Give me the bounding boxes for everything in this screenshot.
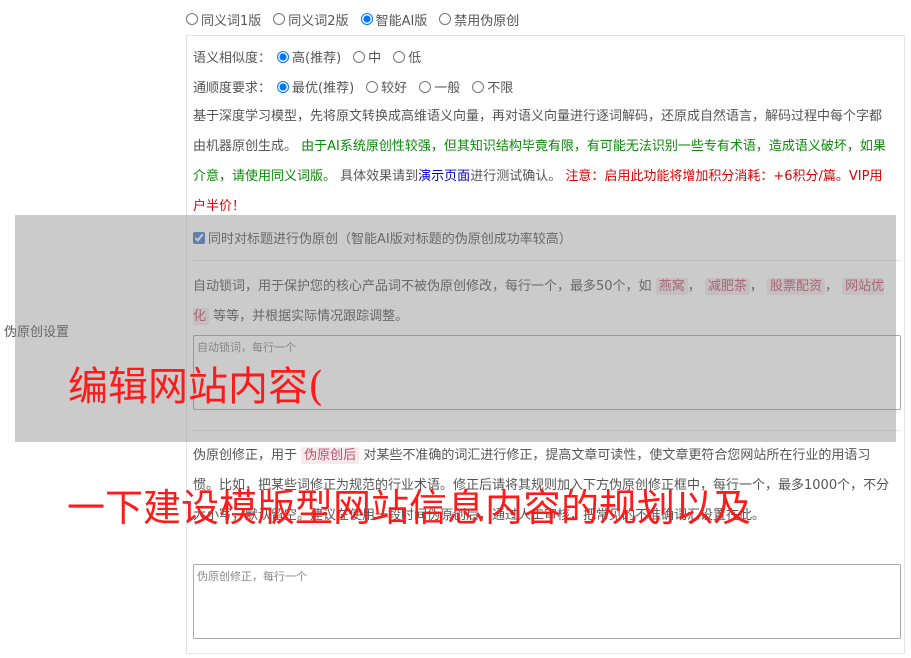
fluency-radio[interactable] xyxy=(419,80,432,93)
lock-words-desc-after: 等等，并根据实际情况跟踪调整。 xyxy=(213,309,409,324)
version-option-2[interactable]: 智能AI版 xyxy=(360,10,428,29)
fluency-radio[interactable] xyxy=(472,80,485,93)
version-option-1[interactable]: 同义词2版 xyxy=(273,10,349,29)
ai-settings-panel: 语义相似度： 高(推荐) 中 低 通顺度要求： 最优(推荐) 较好 一般 不限 基于深度学… xyxy=(186,35,905,654)
title-pseudo-original-option[interactable]: 同时对标题进行伪原创（智能AI版对标题的伪原创成功率较高） xyxy=(193,228,572,247)
similarity-radio-group: 高(推荐) 中 低 xyxy=(277,47,433,66)
title-pseudo-original-label: 同时对标题进行伪原创（智能AI版对标题的伪原创成功率较高） xyxy=(208,232,572,247)
correction-tag: 伪原创后 xyxy=(301,447,360,464)
similarity-radio[interactable] xyxy=(353,50,366,63)
version-radio-group: 同义词1版 同义词2版 智能AI版 禁用伪原创 xyxy=(186,10,531,29)
similarity-option-2[interactable]: 低 xyxy=(393,47,421,66)
lock-word-example: 股票配资 xyxy=(767,278,826,295)
version-option-label: 同义词2版 xyxy=(288,13,349,29)
fluency-option-0[interactable]: 最优(推荐) xyxy=(277,77,354,96)
fluency-label: 通顺度要求： xyxy=(193,81,272,96)
similarity-option-label: 高(推荐) xyxy=(292,51,342,66)
version-radio[interactable] xyxy=(439,13,452,25)
fluency-option-label: 不限 xyxy=(487,81,514,96)
fluency-option-label: 最优(推荐) xyxy=(292,81,355,96)
similarity-row: 语义相似度： 高(推荐) 中 低 xyxy=(193,47,433,66)
version-option-label: 禁用伪原创 xyxy=(454,13,520,29)
lock-word-example: 减肥茶 xyxy=(704,278,750,295)
settings-section-label: 伪原创设置 xyxy=(4,325,70,340)
fluency-row: 通顺度要求： 最优(推荐) 较好 一般 不限 xyxy=(193,77,525,96)
fluency-option-2[interactable]: 一般 xyxy=(419,77,460,96)
correction-description: 伪原创修正，用于 伪原创后 对某些不准确的词汇进行修正，提高文章可读性，使文章更… xyxy=(193,441,893,531)
similarity-label: 语义相似度： xyxy=(193,51,272,66)
fluency-radio[interactable] xyxy=(366,80,379,93)
divider xyxy=(193,430,901,431)
similarity-radio[interactable] xyxy=(277,50,290,63)
lock-word-example: 燕窝 xyxy=(655,278,688,295)
similarity-radio[interactable] xyxy=(393,50,406,63)
correction-desc-after: 对某些不准确的词汇进行修正，提高文章可读性，使文章更符合您网站所在行业的用语习惯… xyxy=(193,448,890,523)
similarity-option-label: 中 xyxy=(368,51,382,66)
version-radio[interactable] xyxy=(273,13,286,25)
version-option-label: 同义词1版 xyxy=(201,13,262,29)
lock-words-description: 自动锁词，用于保护您的核心产品词不被伪原创修改，每行一个，最多50个，如 燕窝，… xyxy=(193,278,885,325)
demo-page-link[interactable]: 演示页面 xyxy=(418,169,470,184)
fluency-option-label: 较好 xyxy=(381,81,408,96)
fluency-option-label: 一般 xyxy=(434,81,461,96)
divider xyxy=(193,260,901,261)
version-option-label: 智能AI版 xyxy=(375,13,428,29)
correction-desc-before: 伪原创修正，用于 xyxy=(193,448,298,463)
lock-words-desc-before: 自动锁词，用于保护您的核心产品词不被伪原创修改，每行一个，最多50个，如 xyxy=(193,279,652,294)
version-option-0[interactable]: 同义词1版 xyxy=(186,10,261,29)
version-radio[interactable] xyxy=(186,13,198,25)
fluency-radio[interactable] xyxy=(277,80,290,93)
correction-input[interactable] xyxy=(193,564,901,639)
title-pseudo-original-checkbox[interactable] xyxy=(193,231,205,244)
fluency-option-1[interactable]: 较好 xyxy=(366,77,407,96)
similarity-option-1[interactable]: 中 xyxy=(353,47,381,66)
version-radio[interactable] xyxy=(360,13,373,25)
ai-desc-demo-suffix: 进行测试确认。 xyxy=(470,169,562,184)
version-option-3[interactable]: 禁用伪原创 xyxy=(439,10,519,29)
lock-words-input[interactable] xyxy=(193,335,901,410)
ai-description: 基于深度学习模型，先将原文转换成高维语义向量，再对语义向量进行逐词解码，还原成自… xyxy=(193,102,893,222)
ai-desc-demo-prefix: 具体效果请到 xyxy=(340,169,419,184)
fluency-radio-group: 最优(推荐) 较好 一般 不限 xyxy=(277,77,525,96)
fluency-option-3[interactable]: 不限 xyxy=(472,77,513,96)
similarity-option-0[interactable]: 高(推荐) xyxy=(277,47,341,66)
similarity-option-label: 低 xyxy=(408,51,422,66)
